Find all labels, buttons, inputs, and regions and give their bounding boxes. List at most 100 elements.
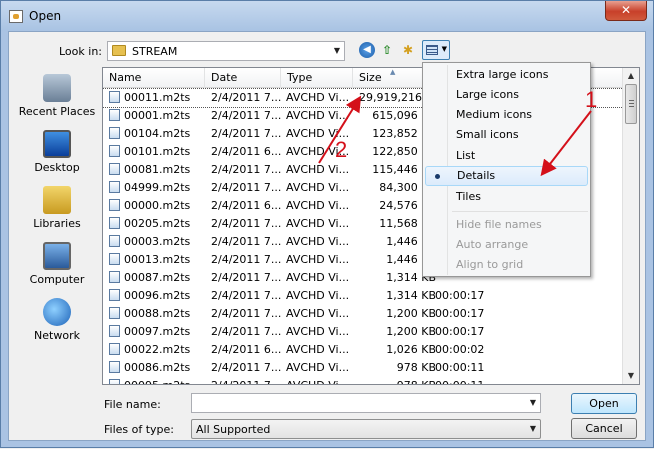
column-header-name[interactable]: Name xyxy=(103,68,205,88)
file-type-value: All Supported xyxy=(196,423,271,436)
file-name-cell: 00096.m2ts xyxy=(109,287,209,305)
file-type-label: Files of type: xyxy=(104,423,175,436)
file-type-cell: AVCHD Vi... xyxy=(286,217,350,230)
menu-item-label: Tiles xyxy=(456,190,481,203)
views-button[interactable]: ▼ xyxy=(422,40,450,60)
place-recent[interactable]: Recent Places xyxy=(16,74,98,118)
network-icon xyxy=(43,298,71,326)
place-network[interactable]: Network xyxy=(16,298,98,342)
title-bar: Open ✕ xyxy=(1,1,653,31)
views-menu-item[interactable]: Medium icons xyxy=(425,105,588,125)
column-header-size[interactable]: Size xyxy=(353,68,423,88)
file-date-cell: 2/4/2011 7... xyxy=(211,361,282,374)
chevron-down-icon[interactable]: ▼ xyxy=(530,398,536,407)
video-file-icon xyxy=(109,235,120,247)
vertical-scrollbar[interactable]: ▲ ▼ xyxy=(622,68,639,384)
file-date-cell: 2/4/2011 7... xyxy=(211,109,282,122)
table-row[interactable]: 00097.m2ts 2/4/2011 7... AVCHD Vi... 1,200 … xyxy=(103,323,623,341)
menu-separator xyxy=(452,211,588,212)
video-file-icon xyxy=(109,379,120,384)
look-in-label: Look in: xyxy=(59,45,102,58)
file-name-cell: 00104.m2ts xyxy=(109,125,209,143)
column-header-type[interactable]: Type xyxy=(281,68,353,88)
file-date-cell: 2/4/2011 7... xyxy=(211,91,282,104)
file-length-cell: 00:00:11 xyxy=(435,361,485,374)
views-menu-item: Auto arrange xyxy=(425,235,588,255)
file-name-text: 00003.m2ts xyxy=(124,235,191,248)
file-name-cell: 00003.m2ts xyxy=(109,233,209,251)
file-name-input[interactable]: ▼ xyxy=(191,393,541,413)
file-type-cell: AVCHD Vi... xyxy=(286,109,350,122)
back-icon[interactable]: ◀ xyxy=(359,42,375,58)
file-type-cell: AVCHD Vi... xyxy=(286,377,358,384)
video-file-icon xyxy=(109,127,120,139)
file-name-text: 00088.m2ts xyxy=(124,307,191,320)
up-folder-icon[interactable]: ⇧ xyxy=(379,42,395,58)
views-menu: Extra large icons Large icons Medium icons… xyxy=(422,62,591,277)
place-desktop[interactable]: Desktop xyxy=(16,130,98,174)
chevron-down-icon[interactable]: ▼ xyxy=(334,46,340,55)
file-date-cell: 2/4/2011 7... xyxy=(211,377,283,384)
chevron-down-icon[interactable]: ▼ xyxy=(530,424,536,433)
file-type-select[interactable]: All Supported ▼ xyxy=(191,419,541,439)
menu-item-label: Auto arrange xyxy=(456,238,529,251)
file-type-cell: AVCHD Vi... xyxy=(286,253,350,266)
file-name-text: 00096.m2ts xyxy=(124,289,191,302)
file-type-cell: AVCHD Vi... xyxy=(286,235,350,248)
video-file-icon xyxy=(109,109,120,121)
cancel-button[interactable]: Cancel xyxy=(571,418,637,439)
file-name-text: 00001.m2ts xyxy=(124,109,191,122)
file-length-cell: 00:00:11 xyxy=(435,377,505,384)
file-name-cell: 00088.m2ts xyxy=(109,305,209,323)
close-button[interactable]: ✕ xyxy=(605,1,647,21)
file-name-text: 00087.m2ts xyxy=(124,271,191,284)
table-row[interactable]: 00022.m2ts 2/4/2011 6... AVCHD Vi... 1,026 … xyxy=(103,341,623,359)
views-menu-item[interactable]: Details xyxy=(425,166,588,186)
place-label: Computer xyxy=(29,273,85,286)
table-row[interactable]: 00086.m2ts 2/4/2011 7... AVCHD Vi... 978 KB… xyxy=(103,359,623,377)
place-computer[interactable]: Computer xyxy=(16,242,98,286)
file-name-text: 00104.m2ts xyxy=(124,127,191,140)
views-menu-item[interactable]: List xyxy=(425,146,588,166)
menu-item-label: Medium icons xyxy=(456,108,533,121)
open-button[interactable]: Open xyxy=(571,393,637,414)
file-name-cell: 00097.m2ts xyxy=(109,323,209,341)
views-menu-item[interactable]: Tiles xyxy=(425,187,588,207)
video-file-icon xyxy=(109,271,120,283)
file-date-cell: 2/4/2011 7... xyxy=(211,289,282,302)
libraries-icon xyxy=(43,186,71,214)
scroll-thumb[interactable] xyxy=(625,84,637,124)
video-file-icon xyxy=(109,163,120,175)
views-menu-item[interactable]: Large icons xyxy=(425,85,588,105)
file-type-cell: AVCHD Vi... xyxy=(286,199,350,212)
scroll-down-arrow-icon[interactable]: ▼ xyxy=(623,368,639,384)
file-type-cell: AVCHD Vi... xyxy=(286,289,350,302)
scroll-up-arrow-icon[interactable]: ▲ xyxy=(623,68,639,84)
table-row[interactable]: 00096.m2ts 2/4/2011 7... AVCHD Vi... 1,314 … xyxy=(103,287,623,305)
menu-item-label: Align to grid xyxy=(456,258,524,271)
file-date-cell: 2/4/2011 7... xyxy=(211,163,282,176)
views-menu-item[interactable]: Small icons xyxy=(425,125,588,145)
video-file-icon xyxy=(109,253,120,265)
place-label: Recent Places xyxy=(18,105,96,118)
file-length-cell: 00:00:17 xyxy=(435,289,485,302)
views-menu-item[interactable]: Extra large icons xyxy=(425,65,588,85)
video-file-icon xyxy=(109,343,120,355)
annotation-marker-1: 1 xyxy=(585,87,598,112)
table-row[interactable]: 00088.m2ts 2/4/2011 7... AVCHD Vi... 1,200 … xyxy=(103,305,623,323)
new-folder-icon[interactable]: ✱ xyxy=(400,42,416,58)
file-date-cell: 2/4/2011 7... xyxy=(211,253,282,266)
file-size-cell: 978 KB xyxy=(358,377,436,384)
place-libraries[interactable]: Libraries xyxy=(16,186,98,230)
file-name-cell: 00081.m2ts xyxy=(109,161,209,179)
place-label: Desktop xyxy=(34,161,80,174)
file-type-cell: AVCHD Vi... xyxy=(286,361,350,374)
look-in-combo[interactable]: STREAM ▼ xyxy=(107,41,345,61)
table-row[interactable]: 00095.m2ts 2/4/2011 7...AVCHD Vi...978 KB… xyxy=(103,377,623,384)
file-name-cell: 00205.m2ts xyxy=(109,215,209,233)
file-date-cell: 2/4/2011 7... xyxy=(211,235,282,248)
video-file-icon xyxy=(109,145,120,157)
places-bar: Recent Places Desktop Libraries Computer… xyxy=(16,68,98,378)
column-header-date[interactable]: Date xyxy=(205,68,281,88)
annotation-marker-2: 2 xyxy=(335,137,348,162)
